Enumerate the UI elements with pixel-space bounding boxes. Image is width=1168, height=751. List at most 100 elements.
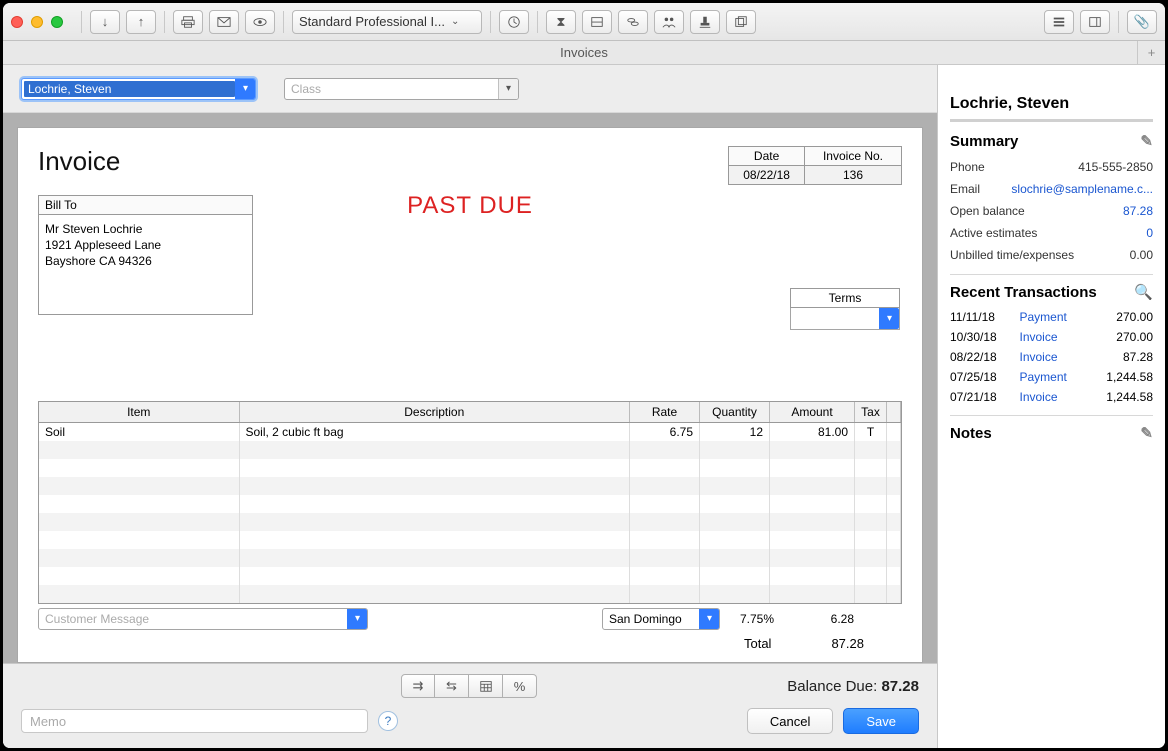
question-icon: ? (385, 714, 392, 728)
calendar-button[interactable] (469, 674, 503, 698)
history-button[interactable] (499, 10, 529, 34)
prev-record-button[interactable]: ↓ (90, 10, 120, 34)
cell-tax[interactable]: T (855, 423, 887, 441)
customer-select[interactable]: Lochrie, Steven ▾ (21, 78, 256, 100)
col-desc: Description (239, 402, 630, 423)
tx-date: 10/30/18 (950, 330, 1006, 344)
email-value[interactable]: slochrie@samplename.c... (1011, 182, 1153, 196)
save-button[interactable]: Save (843, 708, 919, 734)
tax-percent: 7.75% (740, 612, 774, 626)
tx-amount: 270.00 (1093, 330, 1153, 344)
transaction-row[interactable]: 08/22/18Invoice87.28 (950, 347, 1153, 367)
tax-amount: 6.28 (794, 612, 854, 626)
close-window-button[interactable] (11, 16, 23, 28)
percent-button[interactable]: % (503, 674, 537, 698)
transaction-row[interactable]: 07/21/18Invoice1,244.58 (950, 387, 1153, 407)
pencil-icon: ✎ (1140, 425, 1153, 442)
tx-type[interactable]: Invoice (1020, 350, 1080, 364)
total-label: Total (744, 636, 771, 651)
transaction-row[interactable]: 07/25/18Payment1,244.58 (950, 367, 1153, 387)
plus-icon: + (1148, 45, 1156, 60)
col-amount: Amount (770, 402, 855, 423)
eye-icon (253, 15, 267, 29)
clock-icon (507, 15, 521, 29)
bill-to-body[interactable]: Mr Steven Lochrie 1921 Appleseed Lane Ba… (38, 215, 253, 315)
transaction-row[interactable]: 10/30/18 Invoice 270.00 (950, 327, 1153, 347)
batch-icon (734, 15, 748, 29)
hourglass-icon: ⧗ (556, 14, 565, 30)
cell-desc[interactable]: Soil, 2 cubic ft bag (239, 423, 630, 441)
col-scroll (887, 402, 901, 423)
edit-notes-button[interactable]: ✎ (1140, 424, 1153, 442)
zoom-window-button[interactable] (51, 16, 63, 28)
tx-type[interactable]: Payment (1020, 370, 1080, 384)
col-qty: Quantity (700, 402, 770, 423)
invno-header: Invoice No. (805, 147, 901, 166)
drawer-button[interactable] (582, 10, 612, 34)
panel-icon (1088, 15, 1102, 29)
terms-select[interactable]: ▾ (790, 308, 900, 330)
unbilled-value: 0.00 (1130, 248, 1153, 262)
journal-button[interactable]: ⧗ (546, 10, 576, 34)
col-rate: Rate (630, 402, 700, 423)
edit-summary-button[interactable]: ✎ (1140, 132, 1153, 150)
list-icon (1052, 15, 1066, 29)
payment-button[interactable] (618, 10, 648, 34)
date-value[interactable]: 08/22/18 (729, 166, 804, 184)
line-items-grid[interactable]: Item Description Rate Quantity Amount Ta… (38, 401, 902, 604)
split-button[interactable]: ⇉ (401, 674, 435, 698)
invoice-title: Invoice (38, 146, 120, 185)
cell-rate[interactable]: 6.75 (630, 423, 700, 441)
next-record-button[interactable]: ↑ (126, 10, 156, 34)
tax-jurisdiction-select[interactable]: San Domingo ▾ (602, 608, 720, 630)
preview-button[interactable] (245, 10, 275, 34)
new-tab-button[interactable]: + (1137, 41, 1165, 64)
coins-icon (626, 15, 640, 29)
cell-item[interactable]: Soil (39, 423, 239, 441)
attach-button[interactable]: 📎 (1127, 10, 1157, 34)
bill-to-header: Bill To (38, 195, 253, 215)
customer-select-value: Lochrie, Steven (24, 81, 235, 97)
tx-amount: 270.00 (1093, 310, 1153, 324)
minimize-window-button[interactable] (31, 16, 43, 28)
tx-type[interactable]: Payment (1020, 310, 1080, 324)
balance-due-value: 87.28 (881, 678, 919, 695)
customer-message-select[interactable]: Customer Message ▾ (38, 608, 368, 630)
selector-row: Lochrie, Steven ▾ Class ▾ (3, 65, 937, 113)
open-balance-value[interactable]: 87.28 (1123, 204, 1153, 218)
percent-icon: % (514, 679, 526, 694)
customers-button[interactable] (654, 10, 684, 34)
tx-type[interactable]: Invoice (1020, 330, 1080, 344)
cancel-button[interactable]: Cancel (747, 708, 833, 734)
help-button[interactable]: ? (378, 711, 398, 731)
active-estimates-value[interactable]: 0 (1146, 226, 1153, 240)
tx-date: 11/11/18 (950, 310, 1006, 324)
email-button[interactable] (209, 10, 239, 34)
chevron-down-icon: ▾ (699, 609, 719, 629)
cell-qty[interactable]: 12 (700, 423, 770, 441)
phone-label: Phone (950, 160, 985, 174)
people-icon (662, 15, 676, 29)
search-icon: 🔍 (1134, 284, 1153, 301)
tx-date: 07/21/18 (950, 390, 1006, 404)
list-view-button[interactable] (1044, 10, 1074, 34)
tx-type[interactable]: Invoice (1020, 390, 1080, 404)
search-transactions-button[interactable]: 🔍 (1134, 283, 1153, 301)
invno-value[interactable]: 136 (805, 166, 901, 184)
template-select[interactable]: Standard Professional I...⌄ (292, 10, 482, 34)
memo-input[interactable]: Memo (21, 709, 368, 733)
print-button[interactable] (173, 10, 203, 34)
panel-view-button[interactable] (1080, 10, 1110, 34)
reassign-button[interactable]: ⇆ (435, 674, 469, 698)
batch-button[interactable] (726, 10, 756, 34)
balance-due: Balance Due: 87.28 (787, 678, 919, 695)
tx-date: 08/22/18 (950, 350, 1006, 364)
transaction-row[interactable]: 11/11/18 Payment 270.00 (950, 307, 1153, 327)
toolbar: ↓ ↑ Standard Professional I...⌄ ⧗ 📎 (3, 3, 1165, 41)
line-row[interactable]: Soil Soil, 2 cubic ft bag 6.75 12 81.00 … (39, 423, 901, 441)
window-controls (11, 16, 63, 28)
cell-amount[interactable]: 81.00 (770, 423, 855, 441)
stamp-button[interactable] (690, 10, 720, 34)
class-select[interactable]: Class ▾ (284, 78, 519, 100)
unbilled-label: Unbilled time/expenses (950, 248, 1074, 262)
